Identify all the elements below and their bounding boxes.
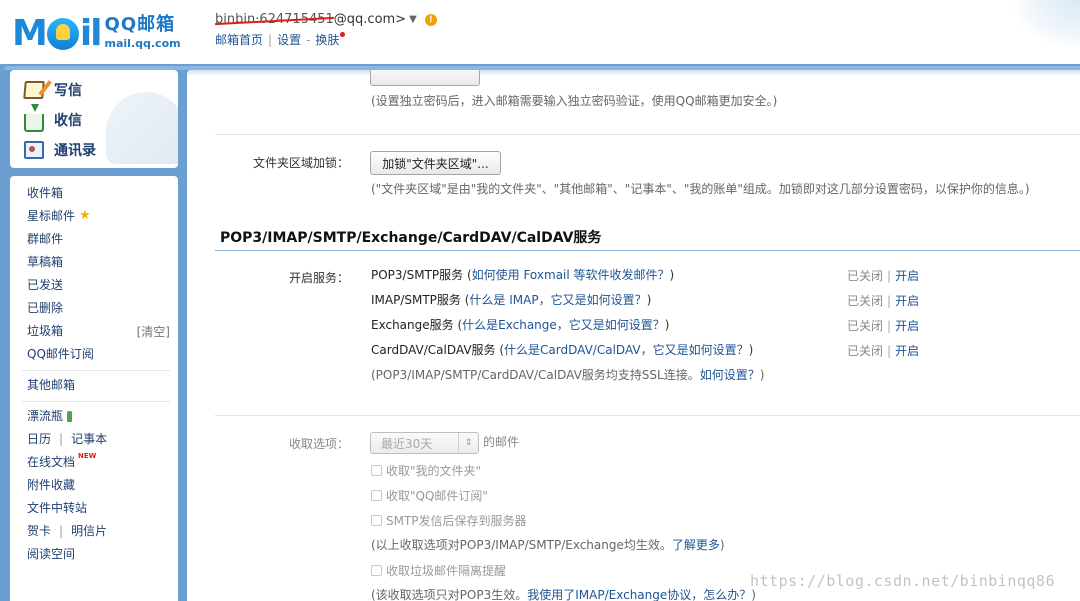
receive-range-suffix: 的邮件 [483, 435, 520, 449]
receive-options-note: (以上收取选项对POP3/IMAP/SMTP/Exchange均生效。了解更多) [371, 538, 725, 552]
nav-change-skin[interactable]: 换肤 [315, 31, 339, 48]
smtp-save-to-server-checkbox[interactable]: SMTP发信后保存到服务器 [371, 512, 527, 529]
sidebar-item-sent[interactable]: 已发送 [27, 277, 63, 293]
logo-bell-icon [46, 18, 79, 50]
account-domain: @qq.com> [333, 12, 407, 27]
enable-carddav-button[interactable]: 开启 [895, 344, 919, 358]
service-row-pop3: POP3/SMTP服务 (如何使用 Foxmail 等软件收发邮件？) [371, 268, 675, 282]
sidebar-item-drift-bottle[interactable]: 漂流瓶 [27, 408, 73, 424]
service-help-link[interactable]: 什么是 IMAP，它又是如何设置？ [469, 293, 646, 307]
chevron-down-icon[interactable]: ▼ [409, 14, 417, 25]
clear-junk-link[interactable]: [清空] [137, 323, 170, 340]
sidebar-item-calendar-notes: 日历 | 记事本 [27, 431, 108, 447]
sidebar-item-inbox[interactable]: 收件箱 [27, 185, 63, 201]
sidebar-item-deleted[interactable]: 已删除 [27, 300, 63, 316]
sidebar-item-file-transfer[interactable]: 文件中转站 [27, 500, 87, 516]
nav-mail-home[interactable]: 邮箱首页 [215, 31, 263, 48]
top-header: M i l QQ邮箱 mail.qq.com binbin·624715451 … [0, 0, 1080, 64]
sidebar-folder-list: 收件箱 星标邮件 ★ 群邮件 草稿箱 已发送 已删除 垃圾箱 [清空] QQ邮件订… [10, 176, 178, 601]
sidebar-item-greeting-cards[interactable]: 贺卡 [27, 523, 51, 539]
sidebar-item-subscriptions[interactable]: QQ邮件订阅 [27, 346, 94, 362]
sidebar-item-starred[interactable]: 星标邮件 ★ [27, 208, 91, 224]
logo-url: mail.qq.com [104, 36, 181, 50]
service-help-link[interactable]: 如何使用 Foxmail 等软件收发邮件？ [472, 268, 670, 282]
star-icon: ★ [79, 208, 91, 223]
checkbox-icon [371, 515, 382, 526]
checkbox-icon [371, 565, 382, 576]
receive-range-select[interactable]: 最近30天 ⇕ [370, 432, 479, 454]
service-status-pop3: 已关闭 | 开启 [847, 269, 920, 283]
notification-dot-icon [340, 32, 346, 37]
sidebar-item-postcards[interactable]: 明信片 [71, 523, 107, 539]
services-label: 开启服务： [288, 271, 349, 285]
sidebar-item-reading[interactable]: 阅读空间 [27, 546, 75, 562]
service-status-exchange: 已关闭 | 开启 [847, 319, 920, 333]
enable-exchange-button[interactable]: 开启 [895, 319, 919, 333]
service-help-link[interactable]: 什么是Exchange，它又是如何设置？ [462, 318, 665, 332]
warning-icon[interactable]: ! [424, 13, 437, 26]
sidebar-quick-actions: 写信 收信 通讯录 [10, 70, 178, 168]
spam-quarantine-reminder-checkbox[interactable]: 收取垃圾邮件隔离提醒 [371, 562, 506, 579]
sidebar-item-notes[interactable]: 记事本 [71, 431, 107, 447]
ssl-hint: (POP3/IMAP/SMTP/CardDAV/CalDAV服务均支持SSL连接… [371, 368, 765, 382]
imap-exchange-help-link[interactable]: 我使用了IMAP/Exchange协议，怎么办？ [527, 588, 751, 601]
bottle-icon [67, 410, 73, 422]
account-switcher[interactable]: binbin·624715451 @qq.com> ▼ ! [215, 12, 437, 27]
ssl-how-to-link[interactable]: 如何设置？ [700, 368, 760, 382]
receive-subscriptions-checkbox[interactable]: 收取"QQ邮件订阅" [371, 487, 488, 504]
enable-pop3-button[interactable]: 开启 [895, 269, 919, 283]
password-hint: (设置独立密码后，进入邮箱需要输入独立密码验证，使用QQ邮箱更加安全。) [371, 94, 778, 108]
qqmail-logo[interactable]: M i l QQ邮箱 mail.qq.com [12, 12, 181, 52]
sidebar-item-online-docs[interactable]: 在线文档 NEW [27, 452, 96, 470]
sidebar-item-calendar[interactable]: 日历 [27, 431, 51, 447]
sidebar-item-drafts[interactable]: 草稿箱 [27, 254, 63, 270]
receive-icon [24, 104, 44, 132]
select-arrows-icon: ⇕ [458, 433, 478, 453]
service-status-imap: 已关闭 | 开启 [847, 294, 920, 308]
checkbox-icon [371, 490, 382, 501]
learn-more-link[interactable]: 了解更多 [672, 538, 720, 552]
sidebar-item-junk[interactable]: 垃圾箱 [27, 323, 63, 339]
folder-lock-label: 文件夹区域加锁： [252, 156, 349, 170]
service-help-link[interactable]: 什么是CardDAV/CalDAV，它又是如何设置？ [504, 343, 749, 357]
folder-lock-hint: ("文件夹区域"是由"我的文件夹"、"其他邮箱"、"记事本"、"我的账单"组成。… [371, 182, 1030, 196]
services-section-title: POP3/IMAP/SMTP/Exchange/CardDAV/CalDAV服务 [220, 230, 602, 246]
sidebar-item-attachments[interactable]: 附件收藏 [27, 477, 75, 493]
settings-panel: (设置独立密码后，进入邮箱需要输入独立密码验证，使用QQ邮箱更加安全。) 文件夹… [187, 70, 1080, 601]
sidebar-item-cards: 贺卡 | 明信片 [27, 523, 108, 539]
receive-my-folders-checkbox[interactable]: 收取"我的文件夹" [371, 462, 481, 479]
service-row-exchange: Exchange服务 (什么是Exchange，它又是如何设置？) [371, 318, 670, 332]
checkbox-icon [371, 465, 382, 476]
enable-imap-button[interactable]: 开启 [895, 294, 919, 308]
penguin-watermark-icon [106, 92, 178, 164]
logo-moil-wordmark: M i l [12, 13, 103, 54]
service-status-carddav: 已关闭 | 开启 [847, 344, 920, 358]
lock-folder-area-button[interactable]: 加锁"文件夹区域"... [370, 151, 501, 175]
compose-button[interactable]: 写信 [23, 80, 82, 100]
header-decoration [1010, 0, 1080, 50]
sidebar-item-group[interactable]: 群邮件 [27, 231, 63, 247]
contacts-icon [24, 141, 44, 159]
set-password-button[interactable] [370, 70, 480, 86]
service-row-imap: IMAP/SMTP服务 (什么是 IMAP，它又是如何设置？) [371, 293, 652, 307]
compose-icon [23, 81, 45, 99]
nav-settings[interactable]: 设置 [277, 31, 301, 48]
logo-title: QQ邮箱 [104, 13, 176, 35]
receive-button[interactable]: 收信 [24, 104, 82, 132]
top-nav: 邮箱首页 | 设置 - 换肤 [215, 31, 346, 48]
receive-options-label: 收取选项： [288, 437, 349, 451]
account-name-redacted: binbin·624715451 [215, 12, 334, 27]
contacts-button[interactable]: 通讯录 [24, 140, 96, 160]
new-badge: NEW [78, 452, 97, 460]
service-row-carddav: CardDAV/CalDAV服务 (什么是CardDAV/CalDAV，它又是如… [371, 343, 754, 357]
sidebar-item-other-mailboxes[interactable]: 其他邮箱 [27, 377, 75, 393]
pop3-only-note: (该收取选项只对POP3生效。我使用了IMAP/Exchange协议，怎么办？) [371, 588, 756, 601]
blog-watermark: https://blog.csdn.net/binbinqq86 [750, 572, 1055, 590]
